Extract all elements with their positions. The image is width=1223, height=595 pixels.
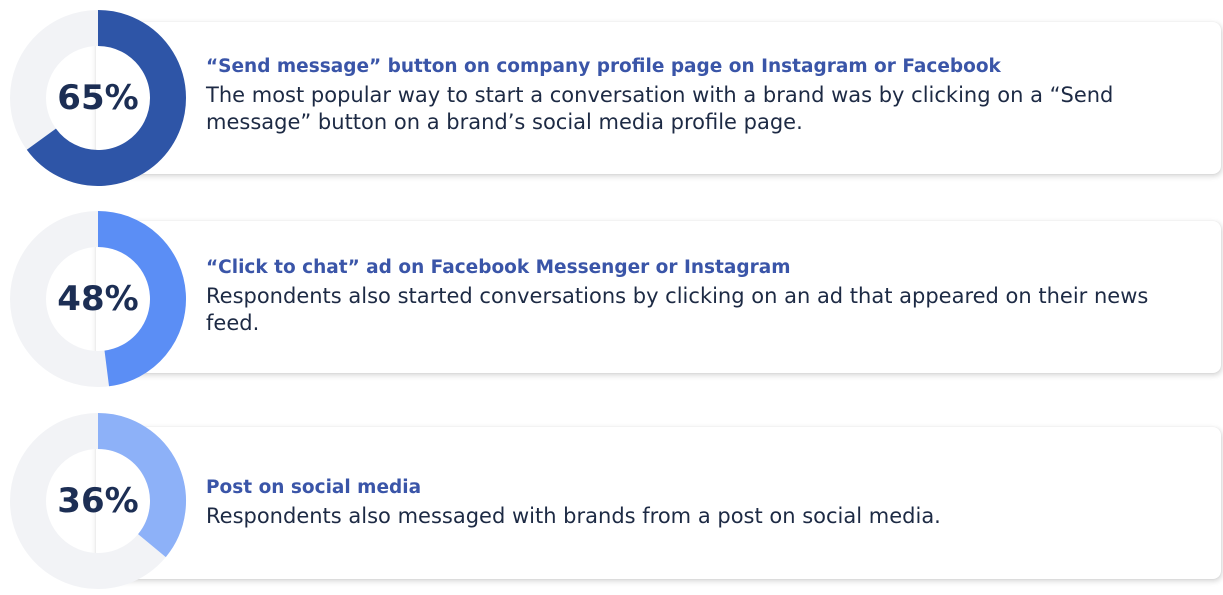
donut-chart: 36% [8, 411, 188, 591]
stat-text: “Send message” button on company profile… [206, 54, 1196, 136]
stat-title: “Click to chat” ad on Facebook Messenger… [206, 257, 791, 278]
percent-value: 36% [57, 481, 139, 521]
donut-chart: 65% [8, 8, 188, 188]
percent-value: 65% [57, 78, 139, 118]
stat-row-send-message: 65% “Send message” button on company pro… [0, 6, 1223, 192]
stat-text: Post on social media Respondents also me… [206, 475, 1196, 530]
stat-description: Respondents also started conversations b… [206, 284, 1149, 335]
stat-description: The most popular way to start a conversa… [206, 83, 1114, 134]
donut-chart: 48% [8, 209, 188, 389]
stat-title: “Send message” button on company profile… [206, 56, 1001, 77]
stat-row-social-post: 36% Post on social media Respondents als… [0, 409, 1223, 595]
stat-description: Respondents also messaged with brands fr… [206, 504, 941, 528]
stat-title: Post on social media [206, 477, 422, 498]
stat-row-click-to-chat: 48% “Click to chat” ad on Facebook Messe… [0, 207, 1223, 393]
percent-value: 48% [57, 279, 139, 319]
stat-text: “Click to chat” ad on Facebook Messenger… [206, 255, 1196, 337]
